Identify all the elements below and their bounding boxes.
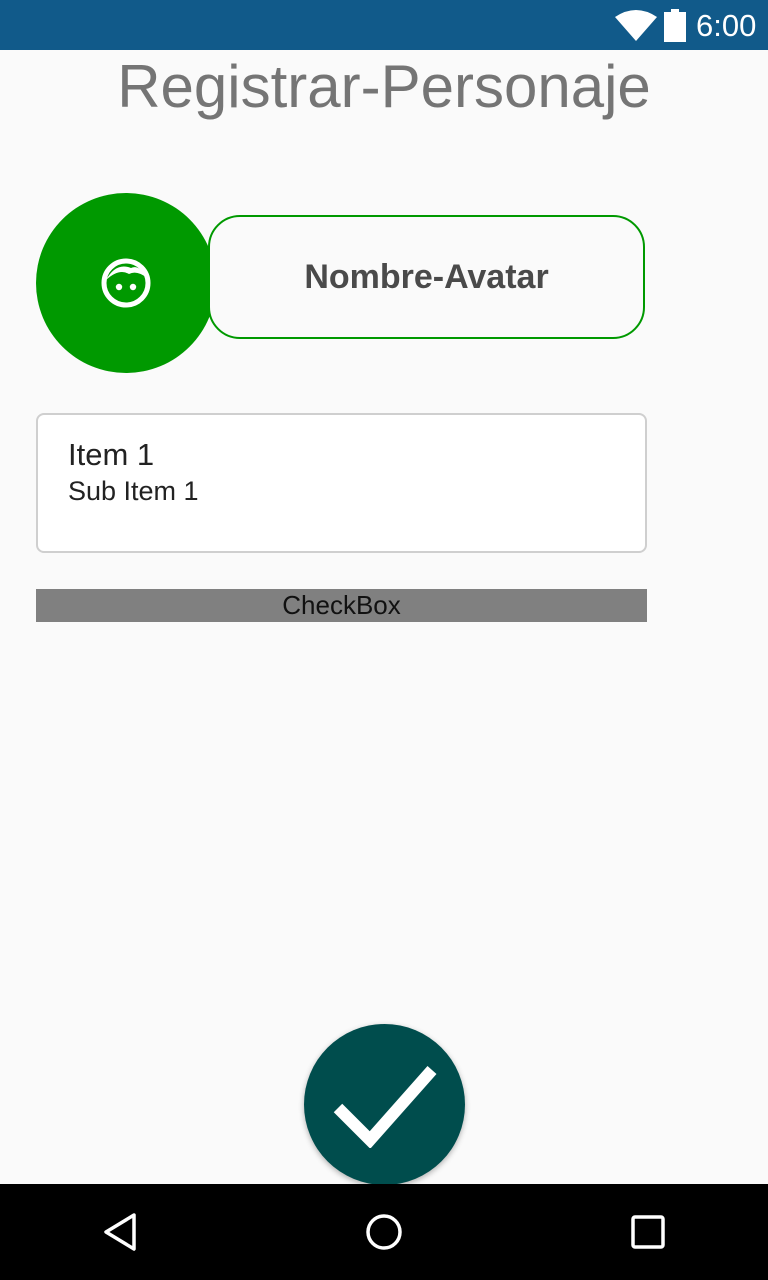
- page-title: Registrar-Personaje: [117, 53, 651, 120]
- confirm-button[interactable]: [304, 1024, 465, 1185]
- battery-icon: [664, 9, 686, 42]
- avatar-button[interactable]: [36, 193, 216, 373]
- list-item-subtitle: Sub Item 1: [68, 476, 199, 506]
- face-icon: [101, 258, 151, 308]
- back-icon[interactable]: [100, 1212, 140, 1252]
- navigation-bar: [0, 1184, 768, 1280]
- avatar-name-field[interactable]: Nombre-Avatar: [208, 215, 645, 339]
- status-bar: 6:00: [0, 0, 768, 50]
- list-item-title: Item 1: [68, 437, 155, 472]
- checkbox[interactable]: CheckBox: [36, 589, 647, 622]
- checkmark-icon: [333, 1066, 437, 1148]
- recents-icon[interactable]: [628, 1212, 668, 1252]
- wifi-icon: [615, 10, 657, 41]
- status-time: 6:00: [696, 8, 757, 43]
- home-icon[interactable]: [364, 1212, 404, 1252]
- list-item[interactable]: Item 1 Sub Item 1: [36, 413, 647, 553]
